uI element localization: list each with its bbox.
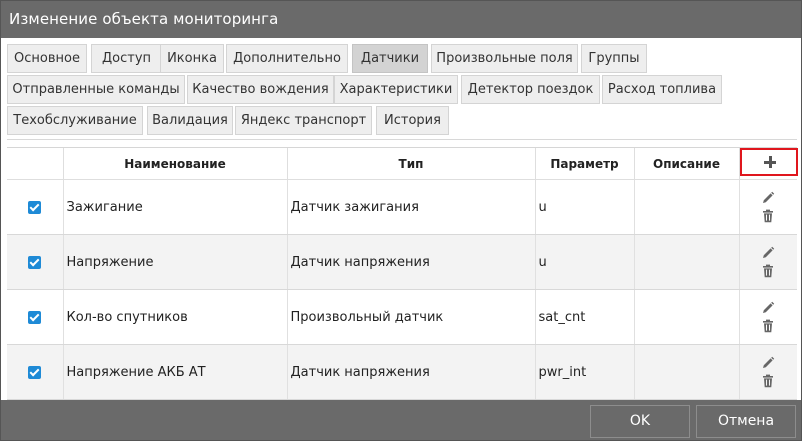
header-type[interactable]: Тип <box>286 148 535 180</box>
dialog-title: Изменение объекта мониторинга <box>9 10 279 28</box>
sensors-grid: Наименование Тип Параметр Описание Зажиг… <box>7 147 798 400</box>
cell-actions <box>738 234 797 290</box>
tab-driving-quality[interactable]: Качество вождения <box>187 75 334 104</box>
cell-name: Зажигание <box>62 179 287 235</box>
row-checkbox[interactable] <box>28 255 42 269</box>
cell-description <box>633 344 739 400</box>
tab-icon[interactable]: Иконка <box>160 44 224 73</box>
table-row[interactable]: Напряжение Датчик напряжения u <box>7 234 797 290</box>
tab-sent-commands[interactable]: Отправленные команды <box>7 75 185 104</box>
cell-type: Датчик зажигания <box>286 179 535 235</box>
cell-description <box>633 289 739 345</box>
tab-row-3: Техобслуживание Валидация Яндекс транспо… <box>7 106 797 135</box>
pencil-icon[interactable] <box>761 356 775 370</box>
pencil-icon[interactable] <box>761 301 775 315</box>
cell-param: u <box>534 234 634 290</box>
cell-actions <box>738 344 797 400</box>
cell-type: Датчик напряжения <box>286 234 535 290</box>
tab-sensors[interactable]: Датчики <box>352 44 428 73</box>
cell-param: u <box>534 179 634 235</box>
pencil-icon[interactable] <box>761 191 775 205</box>
tab-advanced[interactable]: Дополнительно <box>226 44 348 73</box>
cell-name: Кол-во спутников <box>62 289 287 345</box>
tab-history[interactable]: История <box>376 106 449 135</box>
tab-yandex-transport[interactable]: Яндекс транспорт <box>235 106 372 135</box>
cancel-button[interactable]: Отмена <box>696 405 796 438</box>
cell-description <box>633 179 739 235</box>
row-checkbox-cell <box>7 289 63 345</box>
row-checkbox-cell <box>7 234 63 290</box>
header-name[interactable]: Наименование <box>62 148 287 180</box>
row-checkbox[interactable] <box>28 200 42 214</box>
cell-actions <box>738 179 797 235</box>
row-checkbox-cell <box>7 179 63 235</box>
tab-main[interactable]: Основное <box>7 44 87 73</box>
pencil-icon[interactable] <box>761 246 775 260</box>
tab-trip-detector[interactable]: Детектор поездок <box>461 75 600 104</box>
cell-type: Произвольный датчик <box>286 289 535 345</box>
row-checkbox-cell <box>7 344 63 400</box>
row-checkbox[interactable] <box>28 365 42 379</box>
cell-type: Датчик напряжения <box>286 344 535 400</box>
header-actions <box>738 148 798 180</box>
tab-maintenance[interactable]: Техобслуживание <box>7 106 143 135</box>
table-row[interactable]: Напряжение АКБ АТ Датчик напряжения pwr_… <box>7 344 797 400</box>
tab-row-2: Отправленные команды Качество вождения Х… <box>7 75 797 104</box>
dialog-window: Изменение объекта мониторинга Основное Д… <box>0 0 802 441</box>
tab-row-1: Основное Доступ Иконка Дополнительно Дат… <box>7 44 797 73</box>
trash-icon[interactable] <box>761 209 775 223</box>
header-description[interactable]: Описание <box>633 148 739 180</box>
divider <box>7 139 797 140</box>
ok-button[interactable]: OK <box>590 405 690 438</box>
tab-groups[interactable]: Группы <box>581 44 647 73</box>
titlebar[interactable]: Изменение объекта мониторинга <box>1 1 801 38</box>
cell-description <box>633 234 739 290</box>
plus-icon <box>763 156 776 168</box>
tab-custom-fields[interactable]: Произвольные поля <box>431 44 578 73</box>
table-header-row: Наименование Тип Параметр Описание <box>7 148 798 180</box>
cell-param: sat_cnt <box>534 289 634 345</box>
header-param[interactable]: Параметр <box>534 148 634 180</box>
sensors-table: Наименование Тип Параметр Описание Зажиг… <box>7 148 798 400</box>
trash-icon[interactable] <box>761 264 775 278</box>
cell-param: pwr_int <box>534 344 634 400</box>
tab-access[interactable]: Доступ <box>91 44 162 73</box>
trash-icon[interactable] <box>761 374 775 388</box>
cell-name: Напряжение АКБ АТ <box>62 344 287 400</box>
tab-validation[interactable]: Валидация <box>147 106 233 135</box>
tab-characteristics[interactable]: Характеристики <box>334 75 458 104</box>
table-row[interactable]: Кол-во спутников Произвольный датчик sat… <box>7 289 797 345</box>
table-row[interactable]: Зажигание Датчик зажигания u <box>7 179 797 235</box>
tab-fuel-consumption[interactable]: Расход топлива <box>602 75 722 104</box>
cell-name: Напряжение <box>62 234 287 290</box>
add-sensor-button[interactable] <box>739 148 798 176</box>
row-checkbox[interactable] <box>28 310 42 324</box>
dialog-footer: OK Отмена <box>1 400 801 440</box>
header-checkbox-col <box>7 148 63 180</box>
cell-actions <box>738 289 797 345</box>
trash-icon[interactable] <box>761 319 775 333</box>
